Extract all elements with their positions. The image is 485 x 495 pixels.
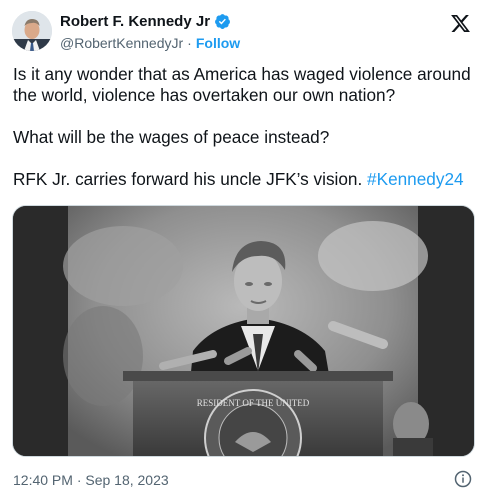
author-handle-row: @RobertKennedyJr · Follow bbox=[60, 35, 240, 51]
tweet-timestamp[interactable]: 12:40 PM · Sep 18, 2023 bbox=[13, 472, 169, 488]
x-logo-icon[interactable] bbox=[450, 13, 471, 34]
tweet-video[interactable]: RESIDENT OF THE UNITED bbox=[12, 205, 475, 457]
author-display-name[interactable]: Robert F. Kennedy Jr bbox=[60, 13, 210, 30]
tweet-text: Is it any wonder that as America has wag… bbox=[13, 64, 478, 211]
seal-text: RESIDENT OF THE UNITED bbox=[197, 398, 310, 408]
follow-button[interactable]: Follow bbox=[196, 35, 240, 51]
info-icon[interactable] bbox=[454, 470, 472, 488]
tweet-paragraph: What will be the wages of peace instead? bbox=[13, 127, 330, 147]
avatar[interactable] bbox=[12, 11, 52, 51]
hashtag-link[interactable]: #Kennedy24 bbox=[367, 169, 464, 189]
verified-badge-icon bbox=[214, 13, 231, 30]
tweet-paragraph: Is it any wonder that as America has wag… bbox=[13, 64, 471, 105]
tweet-paragraph-text: RFK Jr. carries forward his uncle JFK’s … bbox=[13, 169, 368, 189]
tweet-card: Robert F. Kennedy Jr @RobertKennedyJr · … bbox=[0, 0, 485, 495]
tweet-paragraph: RFK Jr. carries forward his uncle JFK’s … bbox=[13, 169, 478, 190]
author-name-row: Robert F. Kennedy Jr bbox=[60, 13, 231, 30]
separator-dot: · bbox=[187, 35, 192, 51]
author-handle[interactable]: @RobertKennedyJr bbox=[60, 35, 183, 51]
